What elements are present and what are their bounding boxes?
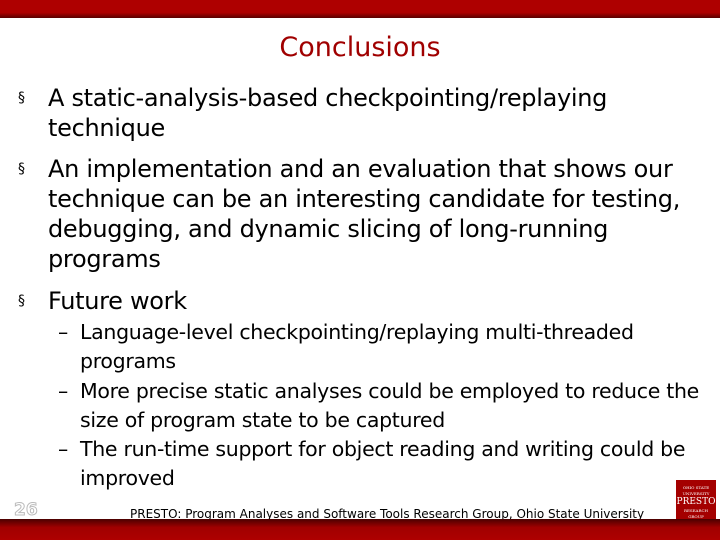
dash-marker: –	[58, 379, 68, 403]
sub-bullet-1: – Language-level checkpointing/replaying…	[58, 318, 700, 376]
bullet-3: § Future work	[18, 286, 698, 316]
bullet-1: § A static-analysis-based checkpointing/…	[18, 83, 698, 143]
bullet-text: Future work	[48, 287, 187, 315]
bullet-text: An implementation and an evaluation that…	[48, 155, 681, 273]
page-number: 26	[14, 500, 39, 521]
bullet-marker-icon: §	[18, 293, 25, 309]
sub-bullet-text: Language-level checkpointing/replaying m…	[80, 320, 634, 373]
presto-logo: OHIO STATE UNIVERSITY PRESTO RESEARCH GROU…	[676, 480, 716, 522]
bottom-bar	[0, 519, 720, 540]
bullet-text: A static-analysis-based checkpointing/re…	[48, 84, 608, 142]
sub-bullet-text: The run-time support for object reading …	[80, 437, 686, 490]
slide-title: Conclusions	[279, 32, 441, 63]
sub-bullet-3: – The run-time support for object readin…	[58, 435, 720, 493]
top-bar	[0, 0, 720, 18]
bullet-marker-icon: §	[18, 161, 25, 177]
bullet-marker-icon: §	[18, 90, 25, 106]
dash-marker: –	[58, 320, 68, 344]
bullet-2: § An implementation and an evaluation th…	[18, 154, 698, 274]
dash-marker: –	[58, 437, 68, 461]
sub-bullet-2: – More precise static analyses could be …	[58, 377, 720, 435]
sub-bullet-text: More precise static analyses could be em…	[80, 379, 699, 432]
